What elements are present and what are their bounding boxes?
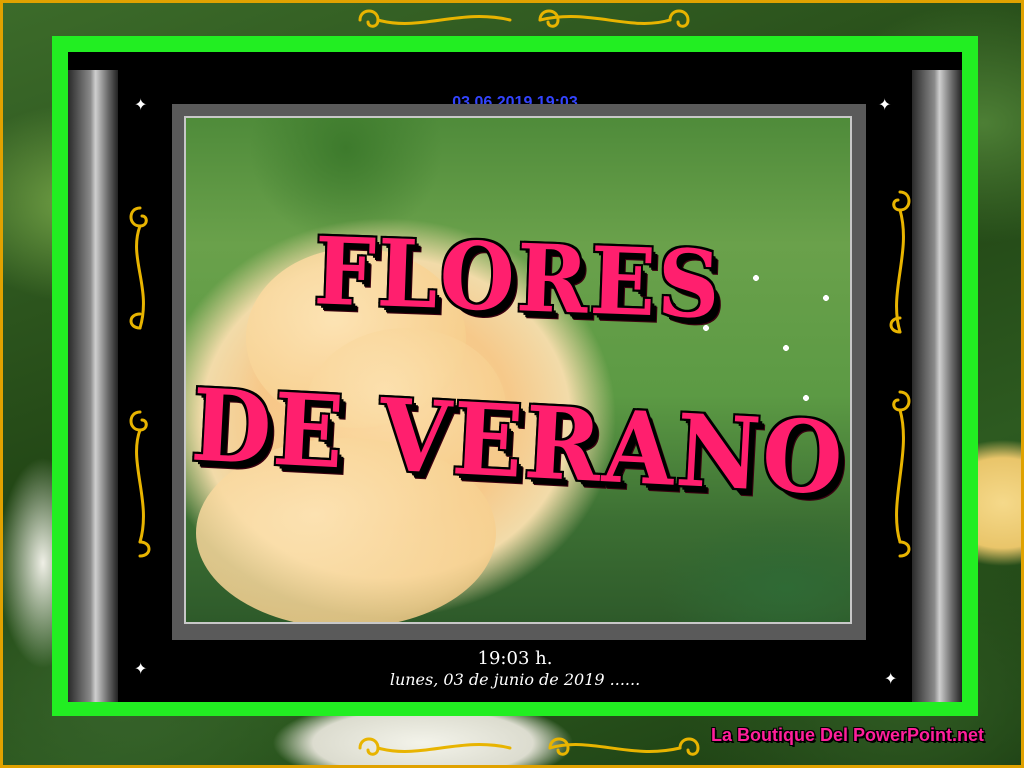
sparkle-icon: ✦	[878, 97, 892, 114]
right-lower-scroll-ornament	[892, 390, 911, 558]
left-gradient-bar	[68, 70, 118, 702]
right-upper-scroll-ornament	[889, 190, 911, 334]
footer-date-long: lunes, 03 de junio de 2019 ......	[389, 670, 641, 689]
top-scroll-ornament	[358, 9, 690, 28]
sparkle-icon: ✦	[134, 97, 148, 114]
title-line-1: FLORES	[312, 216, 724, 341]
bottom-scroll-ornament	[358, 737, 700, 756]
left-lower-scroll-ornament	[129, 410, 151, 558]
footer-time: 19:03 h.	[477, 648, 553, 669]
photo-frame: FLORES DE VERANO	[172, 104, 866, 640]
brand-watermark: La Boutique Del PowerPoint.net	[710, 725, 984, 745]
left-upper-scroll-ornament	[129, 206, 148, 330]
rose-photo: FLORES DE VERANO	[184, 116, 852, 624]
